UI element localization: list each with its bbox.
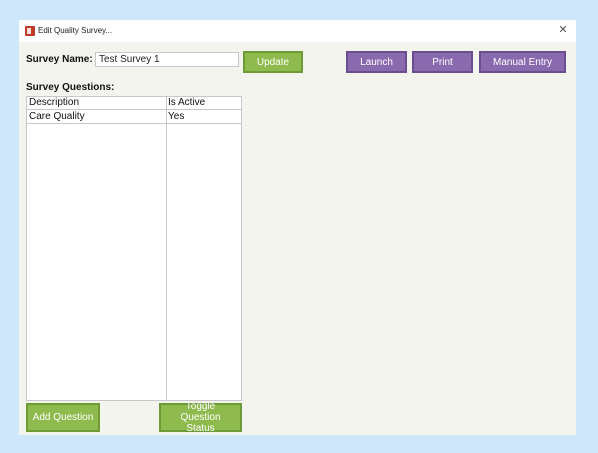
list-item[interactable]: Care Quality Yes <box>27 111 241 124</box>
survey-name-label: Survey Name: <box>26 54 93 65</box>
edit-survey-window: Edit Quality Survey... ✕ Survey Name: Te… <box>19 20 576 435</box>
update-button[interactable]: Update <box>243 51 303 73</box>
column-header-description: Description <box>29 97 80 108</box>
column-divider <box>166 97 167 400</box>
list-header-row: Description Is Active <box>27 97 241 110</box>
access-app-icon <box>25 26 35 36</box>
survey-questions-list[interactable]: Description Is Active Care Quality Yes <box>26 96 242 401</box>
close-icon[interactable]: ✕ <box>556 23 570 37</box>
survey-questions-label: Survey Questions: <box>26 82 115 93</box>
launch-button[interactable]: Launch <box>346 51 407 73</box>
survey-name-input[interactable]: Test Survey 1 <box>95 52 239 67</box>
print-button[interactable]: Print <box>412 51 473 73</box>
window-title: Edit Quality Survey... <box>38 26 113 35</box>
toggle-question-status-button[interactable]: Toggle Question Status <box>159 401 242 434</box>
add-question-button[interactable]: Add Question <box>26 403 100 432</box>
column-header-is-active: Is Active <box>168 97 206 108</box>
question-is-active: Yes <box>168 111 185 122</box>
question-description: Care Quality <box>29 111 85 122</box>
manual-entry-button[interactable]: Manual Entry <box>479 51 566 73</box>
title-bar: Edit Quality Survey... ✕ <box>19 20 576 42</box>
